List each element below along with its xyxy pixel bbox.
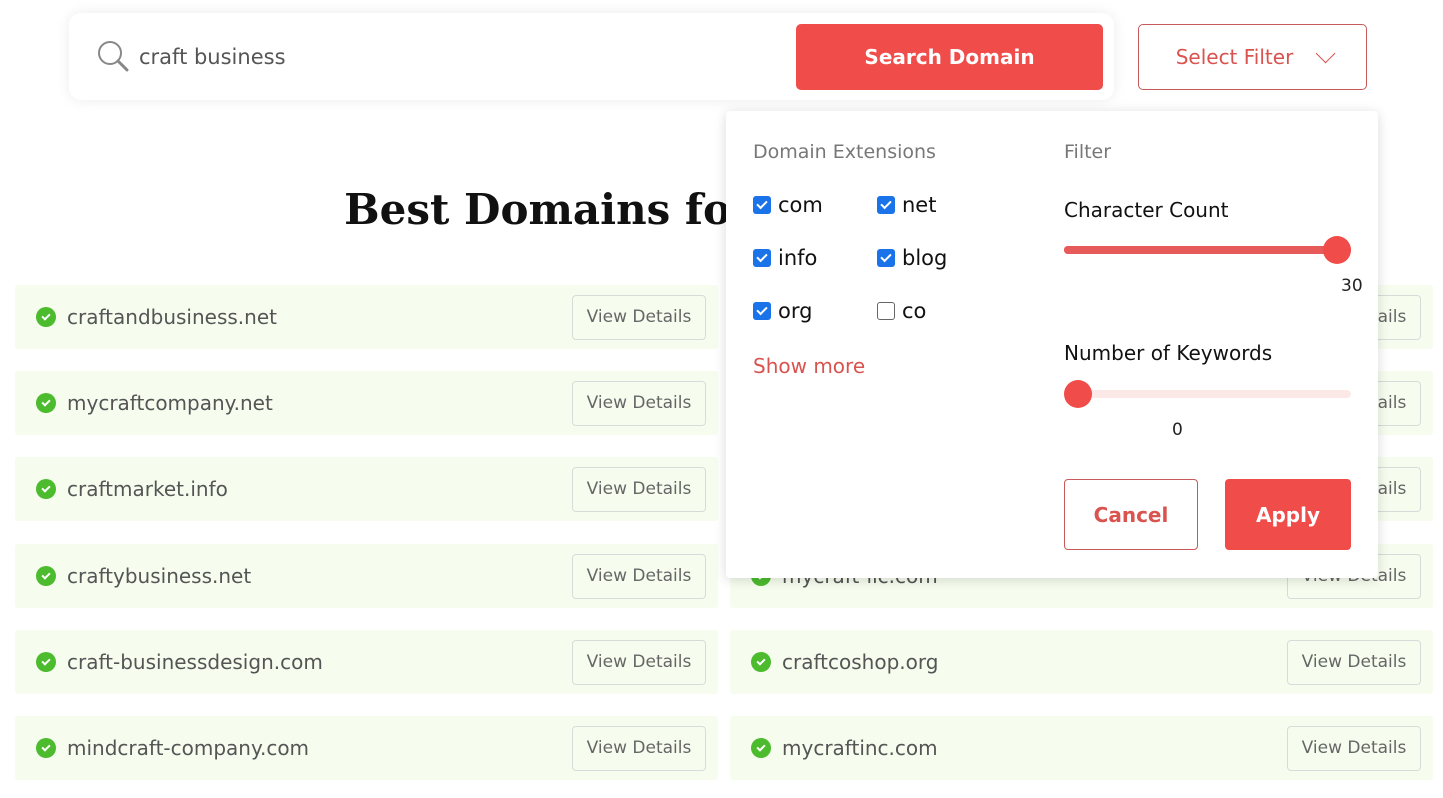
domain-name: mycraftinc.com [782,736,938,760]
result-row: mycraftcompany.net View Details [15,371,718,435]
result-row: craft-businessdesign.com View Details [15,630,718,694]
extension-label: co [902,299,927,323]
available-check-icon [36,393,56,413]
extension-label: com [778,193,823,217]
checkbox[interactable] [753,302,771,320]
extension-label: info [778,246,818,270]
select-filter-button[interactable]: Select Filter [1138,24,1367,90]
view-details-button[interactable]: View Details [572,725,706,771]
domain-name: craftcoshop.org [782,650,939,674]
domain-extensions-label: Domain Extensions [753,141,936,163]
available-check-icon [36,479,56,499]
filter-popup: Domain Extensions com net info blog org co Sh… [726,111,1378,578]
slider-thumb[interactable] [1323,236,1351,264]
extension-option-org[interactable]: org [753,299,812,323]
slider-fill [1064,246,1351,254]
search-input[interactable] [139,37,779,77]
view-details-button[interactable]: View Details [572,380,706,426]
extension-label: net [902,193,937,217]
domain-name: craftmarket.info [67,477,228,501]
show-more-link[interactable]: Show more [753,354,865,378]
checkbox[interactable] [877,196,895,214]
available-check-icon [751,652,771,672]
keywords-value: 0 [1172,420,1183,440]
checkbox[interactable] [877,302,895,320]
checkbox[interactable] [877,249,895,267]
result-row: craftcoshop.org View Details [730,630,1433,694]
search-icon [98,41,129,72]
character-count-value: 30 [1341,276,1363,296]
available-check-icon [751,738,771,758]
search-domain-button[interactable]: Search Domain [796,24,1103,90]
apply-button[interactable]: Apply [1225,479,1351,550]
select-filter-label: Select Filter [1175,45,1294,69]
view-details-button[interactable]: View Details [572,639,706,685]
chevron-down-icon [1315,43,1336,64]
slider-thumb[interactable] [1064,380,1092,408]
view-details-button[interactable]: View Details [1287,639,1421,685]
result-row: mycraftinc.com View Details [730,716,1433,780]
checkbox[interactable] [753,196,771,214]
extension-option-info[interactable]: info [753,246,817,270]
search-card: Search Domain [69,13,1114,100]
result-row: craftmarket.info View Details [15,457,718,521]
keywords-label: Number of Keywords [1064,341,1273,365]
domain-name: craftandbusiness.net [67,305,277,329]
extension-option-net[interactable]: net [877,193,936,217]
character-count-slider[interactable] [1064,236,1351,264]
available-check-icon [36,738,56,758]
domain-name: craftybusiness.net [67,564,252,588]
checkbox[interactable] [753,249,771,267]
view-details-button[interactable]: View Details [572,294,706,340]
domain-name: craft-businessdesign.com [67,650,323,674]
extension-option-com[interactable]: com [753,193,823,217]
result-row: craftybusiness.net View Details [15,544,718,608]
view-details-button[interactable]: View Details [1287,725,1421,771]
domain-name: mindcraft-company.com [67,736,310,760]
result-row: mindcraft-company.com View Details [15,716,718,780]
keywords-slider[interactable] [1064,380,1351,408]
result-row: craftandbusiness.net View Details [15,285,718,349]
view-details-button[interactable]: View Details [572,466,706,512]
filter-label: Filter [1064,141,1112,163]
extension-option-blog[interactable]: blog [877,246,947,270]
available-check-icon [36,652,56,672]
extension-label: org [778,299,813,323]
view-details-button[interactable]: View Details [572,553,706,599]
domain-name: mycraftcompany.net [67,391,273,415]
available-check-icon [36,566,56,586]
cancel-button[interactable]: Cancel [1064,479,1198,550]
extension-option-co[interactable]: co [877,299,926,323]
available-check-icon [36,307,56,327]
extension-label: blog [902,246,948,270]
character-count-label: Character Count [1064,198,1229,222]
